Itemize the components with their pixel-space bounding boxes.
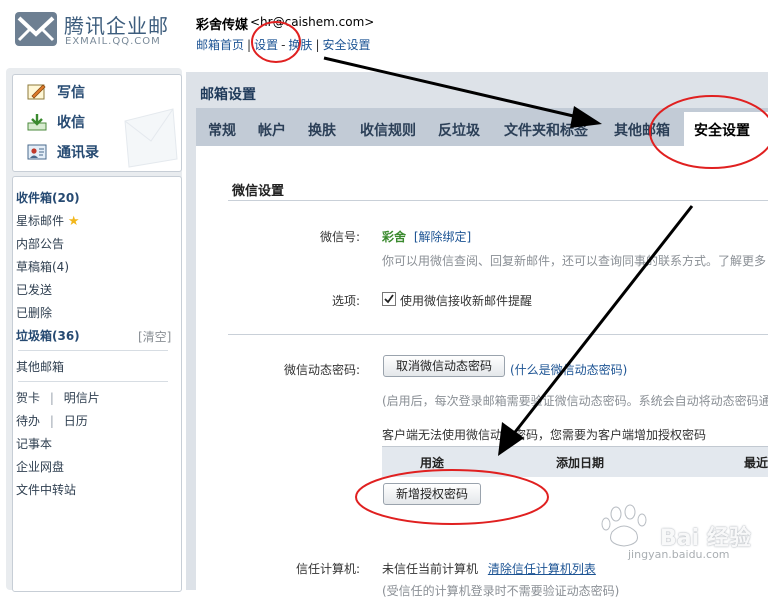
table-header-recent: 最近 [744, 456, 768, 470]
watermark-url: jingyan.baidu.com [628, 548, 730, 561]
section-title: 微信设置 [232, 184, 285, 199]
folder-other-mailbox[interactable]: 其他邮箱 [16, 358, 64, 376]
tool-greeting-card[interactable]: 贺卡 [16, 391, 40, 405]
nav-separator: - [281, 38, 286, 52]
cancel-dynamic-password-button[interactable]: 取消微信动态密码 [383, 355, 505, 377]
wechat-account-name: 彩舍 [382, 230, 407, 244]
wechat-account-label: 微信号: [320, 230, 361, 244]
folder-notice[interactable]: 内部公告 [16, 235, 64, 253]
trusted-computer-description: (受信任的计算机登录时不需要验证动态密码) [382, 584, 620, 598]
tool-notes[interactable]: 记事本 [16, 435, 52, 453]
table-header-purpose: 用途 [420, 456, 445, 470]
nav-separator: | [247, 38, 252, 52]
contacts-icon [27, 144, 47, 160]
tab-skin[interactable]: 换肤 [308, 120, 336, 140]
tab-receive-rules[interactable]: 收信规则 [360, 120, 416, 140]
nav-security[interactable]: 安全设置 [322, 38, 370, 52]
folder-inbox[interactable]: 收件箱(20) [16, 189, 80, 207]
logo-subtext: EXMAIL.QQ.COM [65, 36, 161, 47]
logo-mark-icon [15, 12, 57, 46]
folder-sent[interactable]: 已发送 [16, 281, 52, 299]
checkmark-icon [384, 294, 394, 304]
nav-settings[interactable]: 设置 [254, 38, 278, 52]
folder-spam[interactable]: 垃圾箱(36) [16, 327, 80, 345]
star-icon: ★ [67, 214, 80, 229]
tab-folders-labels[interactable]: 文件夹和标签 [504, 120, 588, 140]
compose-icon [27, 84, 46, 100]
folder-deleted[interactable]: 已删除 [16, 304, 52, 322]
nav-separator: | [315, 38, 320, 52]
options-label: 选项: [332, 294, 361, 308]
wechat-notify-checkbox[interactable] [382, 292, 396, 306]
tool-separator: | [49, 391, 54, 405]
folder-divider [18, 350, 168, 351]
folder-drafts[interactable]: 草稿箱(4) [16, 258, 69, 276]
wechat-account-row: 彩舍 [解除绑定] [382, 228, 471, 245]
trusted-computer-label: 信任计算机: [296, 562, 361, 576]
contacts-button[interactable]: 通讯录 [27, 141, 147, 163]
tool-row-todo: 待办 | 日历 [16, 412, 88, 430]
nav-skin[interactable]: 换肤 [288, 38, 312, 52]
dynamic-password-label: 微信动态密码: [284, 363, 361, 377]
tab-security[interactable]: 安全设置 [694, 120, 750, 140]
dynamic-password-description: (启用后，每次登录邮箱需要验证微信动态密码。系统会自动将动态密码通 [382, 394, 768, 408]
page-title: 邮箱设置 [200, 87, 256, 103]
tool-postcard[interactable]: 明信片 [64, 391, 100, 405]
tab-account[interactable]: 帐户 [258, 120, 286, 140]
tab-anti-spam[interactable]: 反垃圾 [438, 120, 480, 140]
tab-other-mailbox[interactable]: 其他邮箱 [614, 120, 670, 140]
folder-divider [18, 381, 168, 382]
tool-file-transfer[interactable]: 文件中转站 [16, 481, 76, 499]
options-divider [228, 334, 768, 335]
logo[interactable]: 腾讯企业邮 EXMAIL.QQ.COM [14, 8, 184, 52]
unbind-link[interactable]: [解除绑定] [414, 230, 471, 244]
spam-clear-link[interactable]: [清空] [138, 328, 171, 346]
top-nav: 邮箱首页 | 设置 - 换肤 | 安全设置 [196, 36, 371, 53]
receive-label: 收信 [57, 115, 85, 131]
user-email: <hr@caishem.com> [250, 15, 375, 29]
tool-calendar[interactable]: 日历 [64, 414, 88, 428]
tool-separator: | [49, 414, 54, 428]
folder-starred[interactable]: 星标邮件 ★ [16, 212, 80, 230]
clear-trusted-list-link[interactable]: 清除信任计算机列表 [488, 562, 596, 576]
wechat-notify-label: 使用微信接收新邮件提醒 [400, 294, 533, 308]
section-divider [228, 200, 768, 201]
user-name: 彩舍传媒 [196, 18, 249, 33]
nav-mailbox-home[interactable]: 邮箱首页 [196, 38, 244, 52]
what-is-dynamic-password-link[interactable]: (什么是微信动态密码) [510, 361, 627, 378]
table-header-date-added: 添加日期 [556, 456, 605, 470]
client-auth-note: 客户端无法使用微信动态密码，您需要为客户端增加授权密码 [382, 428, 707, 442]
tab-general[interactable]: 常规 [208, 120, 236, 140]
add-auth-password-button[interactable]: 新增授权密码 [383, 483, 481, 505]
folder-starred-label: 星标邮件 [16, 214, 65, 228]
trusted-computer-row: 未信任当前计算机 清除信任计算机列表 [382, 560, 596, 577]
receive-button[interactable]: 收信 [27, 111, 147, 133]
logo-text: 腾讯企业邮 [64, 14, 169, 38]
trusted-computer-status: 未信任当前计算机 [382, 562, 479, 576]
tool-row-cards: 贺卡 | 明信片 [16, 389, 100, 407]
tool-todo[interactable]: 待办 [16, 414, 40, 428]
wechat-description: 你可以用微信查阅、回复新邮件，还可以查询同事的联系方式。了解更多 [382, 254, 767, 268]
inbox-download-icon [27, 114, 47, 131]
compose-label: 写信 [57, 85, 85, 101]
compose-button[interactable]: 写信 [27, 81, 147, 103]
tool-netdisk[interactable]: 企业网盘 [16, 458, 64, 476]
contacts-label: 通讯录 [57, 145, 99, 161]
quick-actions-panel: 写信 收信 通讯录 [12, 74, 182, 172]
